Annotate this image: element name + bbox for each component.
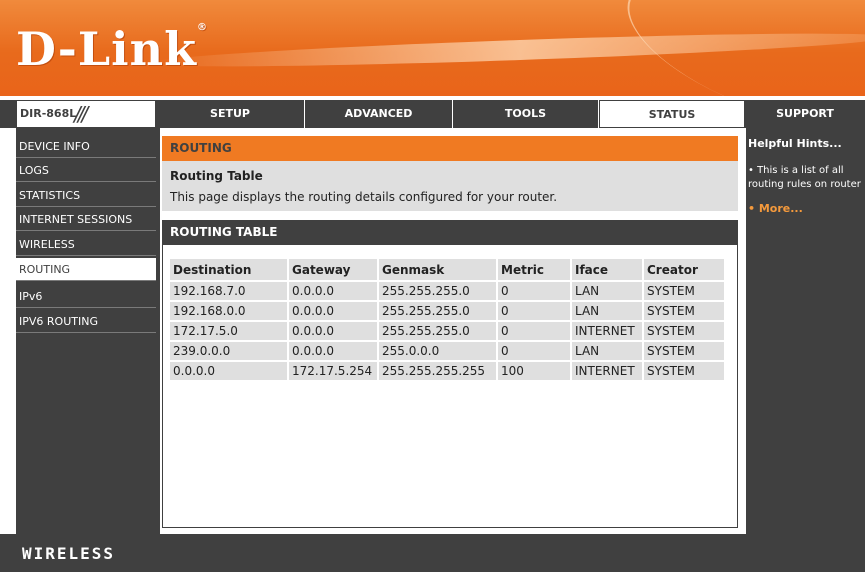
cell-genmask: 255.255.255.0: [379, 282, 496, 300]
sidebar-item-internet-sessions[interactable]: INTERNET SESSIONS: [16, 208, 156, 231]
footer-wireless-label: WIRELESS: [22, 544, 116, 563]
cell-destination: 0.0.0.0: [170, 362, 287, 380]
routing-table: Destination Gateway Genmask Metric Iface…: [168, 257, 726, 382]
cell-iface: INTERNET: [572, 322, 642, 340]
tab-setup[interactable]: SETUP: [156, 100, 305, 128]
cell-metric: 0: [498, 322, 570, 340]
sidebar-item-wireless[interactable]: WIRELESS: [16, 233, 156, 256]
model-badge: DIR-868L ///: [16, 100, 156, 128]
cell-metric: 0: [498, 302, 570, 320]
sidebar-item-ipv6-routing[interactable]: IPV6 ROUTING: [16, 310, 156, 333]
sidebar-item-logs[interactable]: LOGS: [16, 159, 156, 182]
cell-genmask: 255.255.255.0: [379, 302, 496, 320]
cell-destination: 239.0.0.0: [170, 342, 287, 360]
sidebar-item-statistics[interactable]: STATISTICS: [16, 184, 156, 207]
hints-more-link[interactable]: • More...: [748, 202, 803, 215]
cell-iface: LAN: [572, 342, 642, 360]
cell-gateway: 0.0.0.0: [289, 342, 377, 360]
logo-registered-mark: ®: [196, 22, 208, 33]
logo-text: D-Link: [16, 22, 197, 76]
column-header-genmask: Genmask: [379, 259, 496, 280]
cell-gateway: 0.0.0.0: [289, 302, 377, 320]
cell-metric: 0: [498, 282, 570, 300]
sidebar-item-ipv6[interactable]: IPv6: [16, 285, 156, 308]
header-banner: D-Link®: [0, 0, 865, 96]
tab-advanced[interactable]: ADVANCED: [305, 100, 453, 128]
table-row: 192.168.7.0 0.0.0.0 255.255.255.0 0 LAN …: [170, 282, 724, 300]
cell-genmask: 255.0.0.0: [379, 342, 496, 360]
routing-info-panel: Routing Table This page displays the rou…: [162, 161, 738, 211]
tab-support[interactable]: SUPPORT: [745, 100, 865, 128]
hints-text: • This is a list of all routing rules on…: [748, 165, 861, 190]
column-header-metric: Metric: [498, 259, 570, 280]
column-header-gateway: Gateway: [289, 259, 377, 280]
cell-creator: SYSTEM: [644, 342, 724, 360]
cell-metric: 100: [498, 362, 570, 380]
cell-destination: 192.168.0.0: [170, 302, 287, 320]
cell-destination: 172.17.5.0: [170, 322, 287, 340]
footer-bar: WIRELESS: [0, 534, 865, 572]
cell-destination: 192.168.7.0: [170, 282, 287, 300]
cell-creator: SYSTEM: [644, 322, 724, 340]
hints-title: Helpful Hints...: [748, 137, 842, 150]
model-slashes: ///: [74, 102, 88, 126]
cell-gateway: 172.17.5.254: [289, 362, 377, 380]
tab-tools[interactable]: TOOLS: [453, 100, 599, 128]
sidebar-item-routing[interactable]: ROUTING: [16, 258, 156, 281]
cell-genmask: 255.255.255.0: [379, 322, 496, 340]
column-header-destination: Destination: [170, 259, 287, 280]
cell-genmask: 255.255.255.255: [379, 362, 496, 380]
table-row: 192.168.0.0 0.0.0.0 255.255.255.0 0 LAN …: [170, 302, 724, 320]
dlink-logo: D-Link®: [16, 22, 208, 76]
cell-iface: LAN: [572, 302, 642, 320]
column-header-creator: Creator: [644, 259, 724, 280]
table-row: 0.0.0.0 172.17.5.254 255.255.255.255 100…: [170, 362, 724, 380]
tab-status[interactable]: STATUS: [599, 100, 745, 128]
cell-creator: SYSTEM: [644, 282, 724, 300]
page-description: This page displays the routing details c…: [170, 190, 558, 204]
cell-iface: INTERNET: [572, 362, 642, 380]
table-row: 239.0.0.0 0.0.0.0 255.0.0.0 0 LAN SYSTEM: [170, 342, 724, 360]
table-row: 172.17.5.0 0.0.0.0 255.255.255.0 0 INTER…: [170, 322, 724, 340]
page-subtitle: Routing Table: [170, 169, 263, 183]
routing-table-title: ROUTING TABLE: [162, 220, 738, 245]
cell-iface: LAN: [572, 282, 642, 300]
cell-creator: SYSTEM: [644, 302, 724, 320]
section-title: ROUTING: [162, 136, 738, 161]
table-header-row: Destination Gateway Genmask Metric Iface…: [170, 259, 724, 280]
column-header-iface: Iface: [572, 259, 642, 280]
model-name: DIR-868L: [20, 107, 77, 120]
cell-metric: 0: [498, 342, 570, 360]
cell-creator: SYSTEM: [644, 362, 724, 380]
cell-gateway: 0.0.0.0: [289, 282, 377, 300]
cell-gateway: 0.0.0.0: [289, 322, 377, 340]
sidebar-item-device-info[interactable]: DEVICE INFO: [16, 135, 156, 158]
